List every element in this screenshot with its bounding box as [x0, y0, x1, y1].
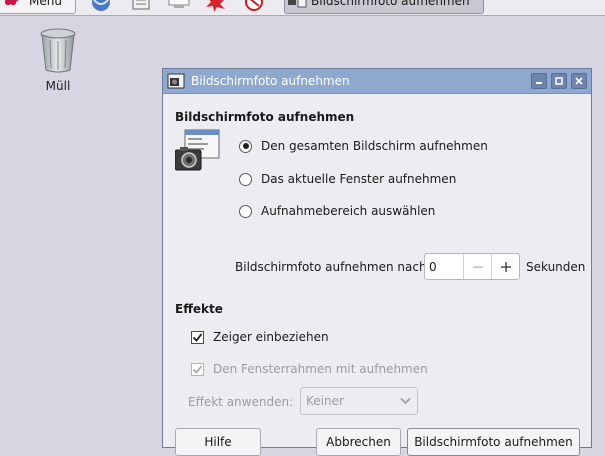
delay-input[interactable]: 0: [425, 260, 463, 274]
include-border-option: Den Fensterrahmen mit aufnehmen: [191, 362, 428, 376]
option-select-area[interactable]: Aufnahmebereich auswählen: [239, 204, 435, 218]
terminal-icon[interactable]: [168, 0, 190, 16]
menu-button[interactable]: Menü: [0, 0, 76, 14]
trash-label: Müll: [45, 79, 71, 93]
delay-spinbox: 0: [424, 253, 520, 280]
window-title: Bildschirmfoto aufnehmen: [191, 74, 350, 88]
option-select-area-label: Aufnahmebereich auswählen: [261, 204, 436, 218]
screenshot-dialog: Bildschirmfoto aufnehmen Bildschirmfoto …: [162, 68, 592, 456]
dialog-content: Bildschirmfoto aufnehmen Den gesamten Bi…: [163, 94, 591, 456]
minus-icon: [472, 266, 483, 268]
checkmark-icon: [192, 364, 203, 374]
wolfram-icon[interactable]: [243, 0, 265, 16]
screenshot-illustration-icon: [175, 129, 220, 171]
increment-button[interactable]: [491, 254, 519, 279]
option-whole-screen-label: Den gesamten Bildschirm aufnehmen: [261, 139, 488, 153]
decrement-button[interactable]: [463, 254, 491, 279]
effect-select: Keiner: [300, 387, 418, 415]
section-effects-title: Effekte: [175, 302, 223, 316]
chevron-down-icon: [400, 397, 411, 405]
desktop-trash[interactable]: Müll: [36, 26, 80, 93]
option-current-window-label: Das aktuelle Fenster aufnehmen: [261, 172, 457, 186]
maximize-button[interactable]: [551, 73, 567, 89]
radio-select-area[interactable]: [239, 204, 252, 218]
effect-select-value: Keiner: [306, 394, 344, 408]
taskbar: Menü Bildschirmfoto aufnehmen: [0, 0, 605, 16]
math-icon[interactable]: [205, 0, 227, 16]
maximize-icon: [555, 77, 563, 85]
checkmark-icon: [192, 332, 203, 342]
menu-label: Menü: [29, 0, 62, 8]
include-pointer-label: Zeiger einbeziehen: [213, 330, 329, 344]
include-pointer-checkbox[interactable]: [191, 330, 204, 344]
radio-current-window[interactable]: [239, 172, 252, 186]
screenshot-app-icon: [288, 0, 307, 8]
taskbar-task-screenshot[interactable]: Bildschirmfoto aufnehmen: [284, 0, 484, 14]
close-icon: [575, 77, 583, 85]
effect-label: Effekt anwenden:: [188, 395, 294, 409]
capture-button[interactable]: Bildschirmfoto aufnehmen: [407, 428, 580, 456]
include-pointer-option[interactable]: Zeiger einbeziehen: [191, 330, 329, 344]
text-editor-icon[interactable]: [130, 0, 152, 16]
cancel-button[interactable]: Abbrechen: [316, 428, 401, 456]
help-button[interactable]: Hilfe: [175, 428, 261, 456]
plus-icon: [500, 261, 511, 272]
delay-label: Bildschirmfoto aufnehmen nach: [235, 260, 427, 274]
delay-unit-label: Sekunden: [526, 260, 586, 274]
option-current-window[interactable]: Das aktuelle Fenster aufnehmen: [239, 172, 456, 186]
include-border-label: Den Fensterrahmen mit aufnehmen: [213, 362, 428, 376]
taskbar-task-label: Bildschirmfoto aufnehmen: [311, 0, 470, 8]
raspberry-icon: [4, 0, 19, 6]
minimize-button[interactable]: [531, 73, 547, 89]
camera-app-icon: [167, 73, 185, 89]
section-capture-title: Bildschirmfoto aufnehmen: [175, 110, 355, 124]
minimize-icon: [536, 82, 542, 84]
close-button[interactable]: [571, 73, 587, 89]
option-whole-screen[interactable]: Den gesamten Bildschirm aufnehmen: [239, 139, 488, 153]
browser-icon[interactable]: [90, 0, 112, 16]
radio-whole-screen[interactable]: [239, 139, 252, 153]
include-border-checkbox: [191, 362, 204, 376]
trash-icon: [40, 28, 76, 73]
window-titlebar[interactable]: Bildschirmfoto aufnehmen: [163, 69, 591, 94]
